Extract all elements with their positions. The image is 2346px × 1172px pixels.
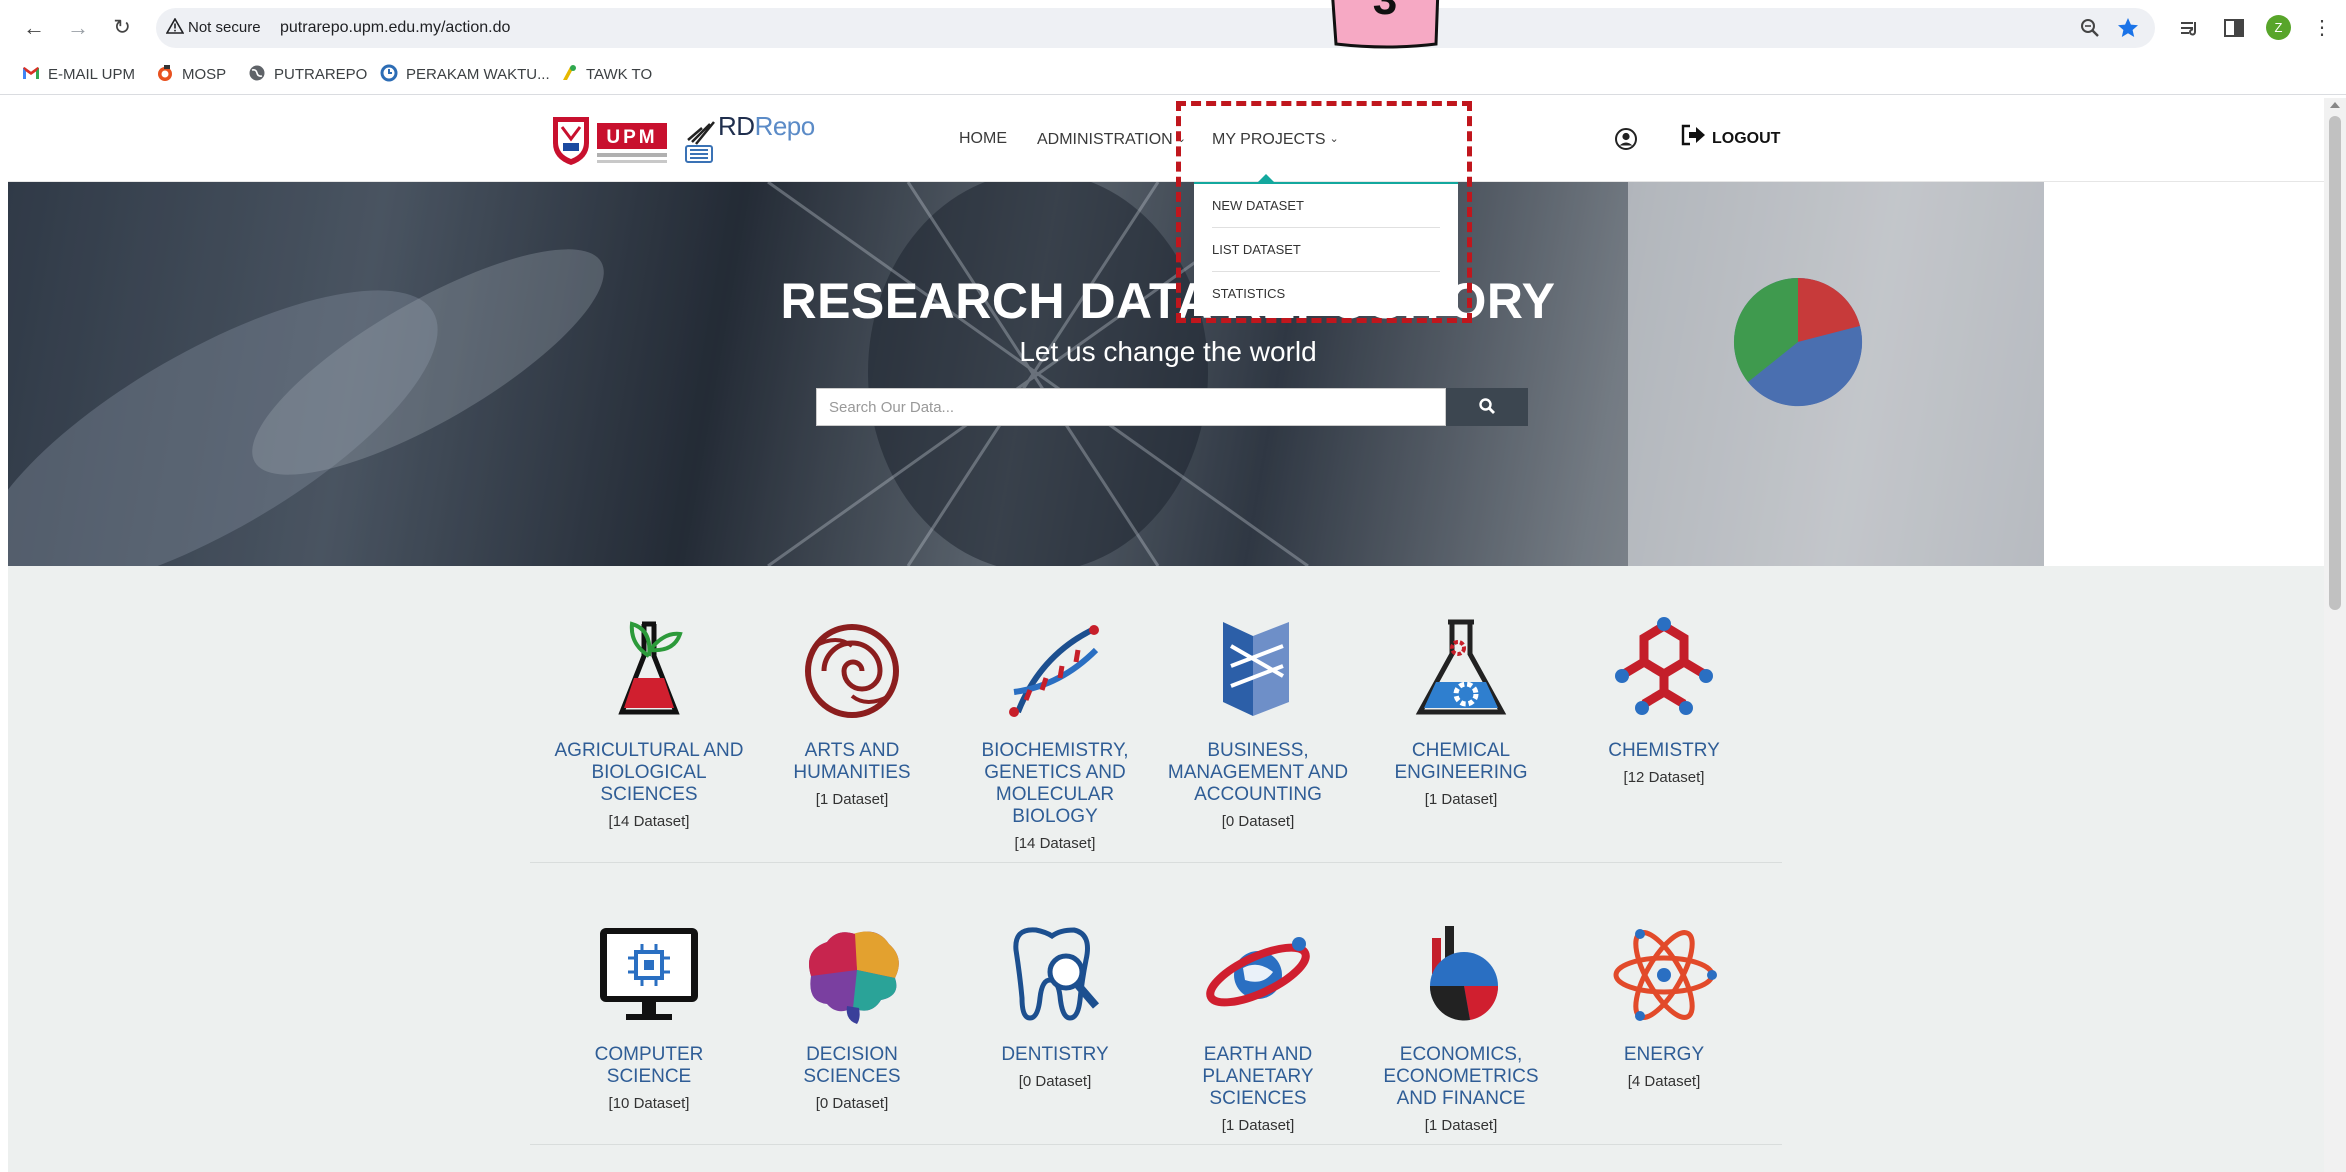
bookmark-star-icon[interactable]	[2116, 16, 2140, 40]
hero-subtitle: Let us change the world	[1019, 336, 1317, 367]
atom-icon	[1613, 929, 1717, 1021]
business-icon	[1223, 622, 1289, 716]
security-label: Not secure	[188, 19, 261, 36]
search-icon	[1479, 397, 1495, 414]
scroll-up-arrow-icon[interactable]	[2330, 102, 2340, 108]
bookmark-tawk-to[interactable]: TAWK TO	[560, 63, 652, 87]
profile-avatar[interactable]: Z	[2266, 15, 2291, 40]
logout-icon	[1681, 124, 1705, 146]
nav-home[interactable]: HOME	[959, 128, 1007, 150]
pie-chart-icon	[1429, 926, 1499, 1021]
security-chip[interactable]: Not secure	[166, 17, 261, 39]
bookmark-perakam-waktu[interactable]: PERAKAM WAKTU...	[380, 63, 550, 87]
bookmark-putrarepo[interactable]: PUTRAREPO	[248, 63, 367, 87]
bookmark-mosp[interactable]: MOSP	[156, 63, 226, 87]
category-agricultural[interactable]: AGRICULTURAL AND BIOLOGICAL SCIENCES [14…	[554, 616, 744, 832]
tawkto-icon	[563, 65, 576, 80]
category-arts-humanities[interactable]: ARTS AND HUMANITIES [1 Dataset]	[757, 616, 947, 810]
category-dentistry[interactable]: DENTISTRY [0 Dataset]	[960, 920, 1150, 1092]
bookmarks-bar: E-MAIL UPM MOSP PUTRAREPO PERAKAM WAKTU.…	[0, 55, 2346, 95]
plant-flask-icon	[618, 621, 683, 715]
warning-icon	[166, 18, 184, 34]
bookmark-email-upm[interactable]: E-MAIL UPM	[22, 63, 135, 87]
category-computer-science[interactable]: COMPUTER SCIENCE [10 Dataset]	[554, 920, 744, 1114]
category-earth-planetary[interactable]: EARTH AND PLANETARY SCIENCES [1 Dataset]	[1163, 920, 1353, 1136]
planet-icon	[1206, 937, 1310, 1007]
tooth-icon	[1013, 927, 1100, 1021]
svg-text:3: 3	[1373, 0, 1397, 24]
browser-menu-icon[interactable]: ⋮	[2312, 14, 2332, 42]
flask-gear-icon	[1415, 619, 1507, 715]
dna-icon	[1009, 625, 1099, 717]
search-input[interactable]	[816, 388, 1446, 426]
page-scrollbar[interactable]	[2324, 98, 2346, 1172]
upm-logo[interactable]: UPM	[549, 113, 673, 167]
category-energy[interactable]: ENERGY [4 Dataset]	[1569, 920, 1759, 1092]
zoom-icon[interactable]	[2078, 16, 2102, 40]
rdrepo-logo-text[interactable]: RDRepo	[718, 110, 815, 142]
scrollbar-thumb[interactable]	[2329, 116, 2341, 610]
category-biochemistry[interactable]: BIOCHEMISTRY, GENETICS AND MOLECULAR BIO…	[960, 616, 1150, 854]
annotation-highlight-box	[1176, 101, 1472, 323]
ornament-icon	[805, 624, 899, 718]
svg-text:UPM: UPM	[606, 127, 657, 148]
brain-icon	[809, 931, 899, 1024]
category-chemical-engineering[interactable]: CHEMICAL ENGINEERING [1 Dataset]	[1366, 616, 1556, 810]
hero-title: RESEARCH DATA REPOSITORY	[780, 273, 1556, 329]
row-divider	[530, 1144, 1782, 1145]
category-decision-sciences[interactable]: DECISION SCIENCES [0 Dataset]	[757, 920, 947, 1114]
back-arrow-icon[interactable]: ←	[20, 14, 48, 42]
globe-icon	[249, 65, 265, 81]
search-button[interactable]	[1446, 388, 1528, 426]
annotation-step-badge: 3	[1331, 0, 1440, 49]
logout-button[interactable]: LOGOUT	[1680, 124, 1780, 152]
category-economics[interactable]: ECONOMICS, ECONOMETRICS AND FINANCE [1 D…	[1366, 920, 1556, 1136]
category-business[interactable]: BUSINESS, MANAGEMENT AND ACCOUNTING [0 D…	[1163, 616, 1353, 832]
mosp-icon	[158, 65, 172, 81]
reload-icon[interactable]: ↻	[108, 14, 136, 42]
hero-background-image	[8, 182, 2044, 566]
gmail-icon	[23, 67, 39, 79]
clock-app-icon	[380, 64, 398, 82]
user-account-icon[interactable]	[1614, 127, 1638, 151]
reading-list-icon[interactable]	[2176, 14, 2204, 42]
row-divider	[530, 862, 1782, 863]
url-text[interactable]: putrarepo.upm.edu.my/action.do	[280, 17, 510, 39]
category-chemistry[interactable]: CHEMISTRY [12 Dataset]	[1569, 616, 1759, 788]
computer-chip-icon	[600, 928, 698, 1020]
side-panel-icon[interactable]	[2220, 14, 2248, 42]
molecule-icon	[1615, 617, 1713, 715]
forward-arrow-icon[interactable]: →	[64, 14, 92, 42]
hero-banner: RESEARCH DATA REPOSITORY Let us change t…	[8, 182, 2044, 566]
browser-toolbar: ← → ↻ Not secure putrarepo.upm.edu.my/ac…	[0, 0, 2346, 55]
nav-administration[interactable]: ADMINISTRATION ⌄	[1037, 128, 1186, 151]
